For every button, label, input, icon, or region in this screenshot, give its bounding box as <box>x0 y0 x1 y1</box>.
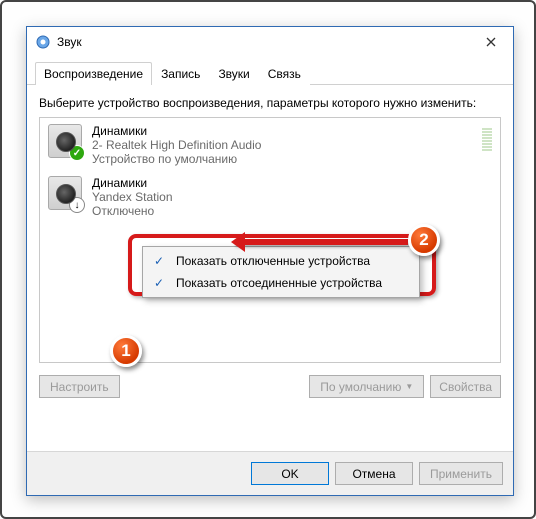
tab-content: Выберите устройство воспроизведения, пар… <box>27 85 513 408</box>
properties-button[interactable]: Свойства <box>430 375 501 398</box>
ok-button[interactable]: OK <box>251 462 329 485</box>
tab-communications[interactable]: Связь <box>259 62 310 85</box>
button-row: Настроить По умолчанию ▼ Свойства <box>39 363 501 398</box>
tab-recording[interactable]: Запись <box>152 62 209 85</box>
device-name: Динамики <box>92 124 261 138</box>
annotation-arrow <box>235 239 408 245</box>
device-item[interactable]: ✓ Динамики 2- Realtek High Definition Au… <box>40 118 500 170</box>
device-text: Динамики 2- Realtek High Definition Audi… <box>92 124 261 166</box>
hint-text: Выберите устройство воспроизведения, пар… <box>39 95 501 111</box>
dialog-footer: OK Отмена Применить <box>27 451 513 495</box>
tab-playback[interactable]: Воспроизведение <box>35 62 152 85</box>
level-meter-icon <box>482 128 492 151</box>
menu-show-disconnected[interactable]: ✓ Показать отсоединенные устройства <box>146 272 416 294</box>
configure-button[interactable]: Настроить <box>39 375 120 398</box>
menu-show-disabled[interactable]: ✓ Показать отключенные устройства <box>146 250 416 272</box>
device-status: Устройство по умолчанию <box>92 152 261 166</box>
chevron-down-icon: ▼ <box>405 382 413 391</box>
menu-item-label: Показать отсоединенные устройства <box>176 276 382 290</box>
menu-item-label: Показать отключенные устройства <box>176 254 370 268</box>
cancel-button[interactable]: Отмена <box>335 462 413 485</box>
tab-sounds[interactable]: Звуки <box>209 62 258 85</box>
disabled-badge-icon: ↓ <box>69 197 85 213</box>
close-button[interactable] <box>468 27 513 57</box>
context-menu: ✓ Показать отключенные устройства ✓ Пока… <box>142 246 420 298</box>
device-sub: 2- Realtek High Definition Audio <box>92 138 261 152</box>
annotation-marker-1: 1 <box>110 335 142 367</box>
device-status: Отключено <box>92 204 173 218</box>
speaker-icon <box>35 34 51 50</box>
sound-dialog: Звук Воспроизведение Запись Звуки Связь … <box>26 26 514 496</box>
window-title: Звук <box>57 35 82 49</box>
speaker-device-icon: ↓ <box>48 176 82 210</box>
device-sub: Yandex Station <box>92 190 173 204</box>
tab-bar: Воспроизведение Запись Звуки Связь <box>27 57 513 85</box>
device-name: Динамики <box>92 176 173 190</box>
set-default-button[interactable]: По умолчанию ▼ <box>309 375 424 398</box>
default-badge-icon: ✓ <box>69 145 85 161</box>
check-icon: ✓ <box>150 254 168 268</box>
titlebar[interactable]: Звук <box>27 27 513 57</box>
speaker-device-icon: ✓ <box>48 124 82 158</box>
device-item[interactable]: ↓ Динамики Yandex Station Отключено <box>40 170 500 222</box>
check-icon: ✓ <box>150 276 168 290</box>
device-text: Динамики Yandex Station Отключено <box>92 176 173 218</box>
apply-button[interactable]: Применить <box>419 462 503 485</box>
annotation-marker-2: 2 <box>408 224 440 256</box>
